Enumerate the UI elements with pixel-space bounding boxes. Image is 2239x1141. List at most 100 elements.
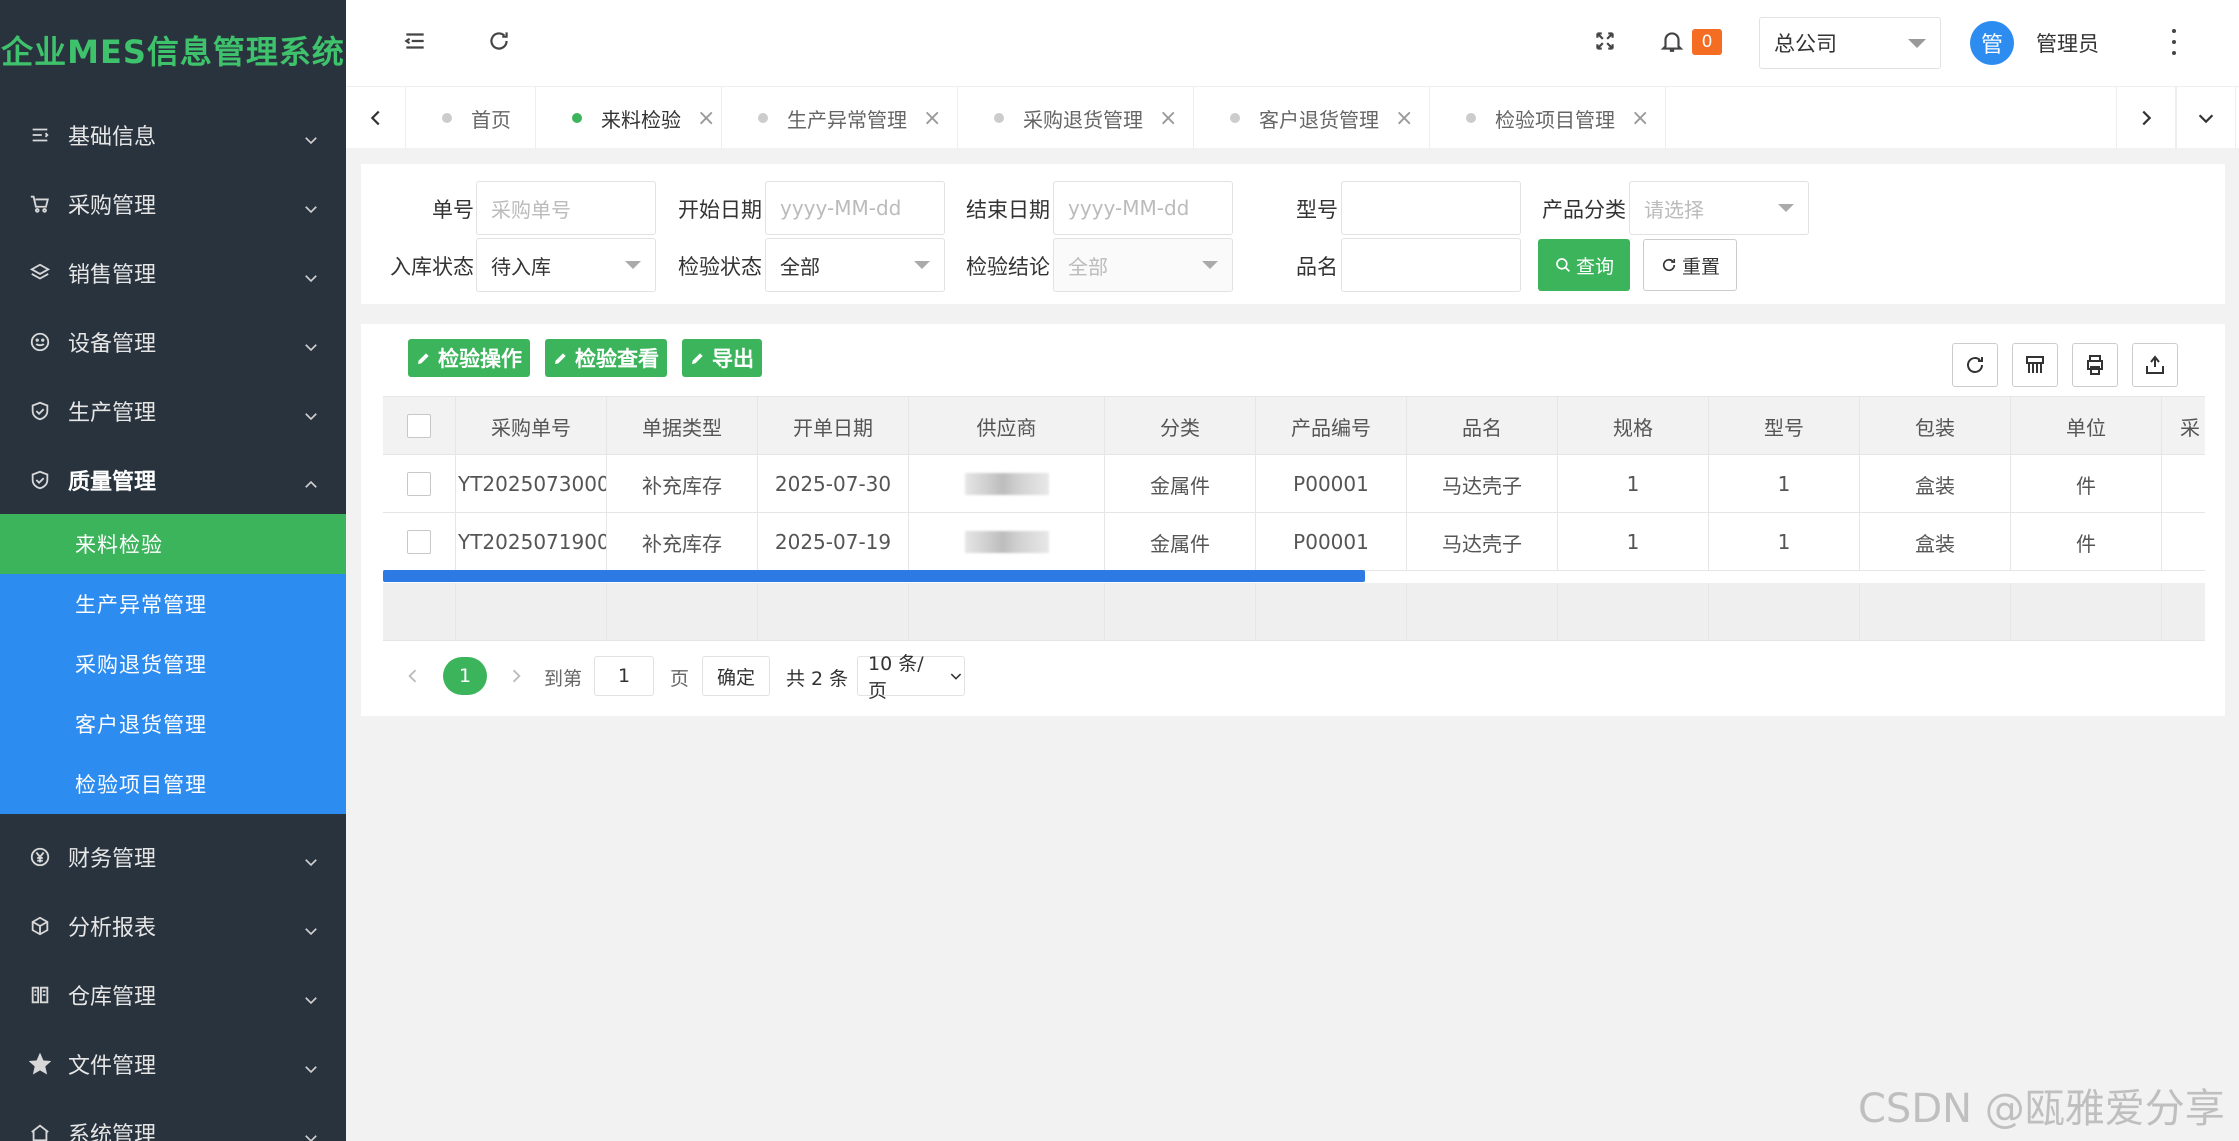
more-vertical-icon[interactable]: [2164, 25, 2184, 59]
sidebar-item-sales[interactable]: 销售管理: [0, 238, 346, 307]
goto-page-input[interactable]: 1: [594, 656, 654, 696]
inspect-view-button[interactable]: 检验查看: [545, 339, 667, 377]
prev-page-icon[interactable]: [403, 666, 423, 686]
table-cell: 补充库存: [607, 513, 758, 571]
close-icon[interactable]: ×: [697, 106, 715, 131]
inspect-status-select[interactable]: 全部: [765, 238, 945, 292]
sidebar-item-reports[interactable]: 分析报表: [0, 891, 346, 960]
print-button[interactable]: [2072, 343, 2118, 387]
table-refresh-button[interactable]: [1952, 343, 1998, 387]
tab-dot-icon: [994, 113, 1004, 123]
page-size-select[interactable]: 10 条/页: [857, 653, 965, 702]
top-header: 0 总公司 管 管理员: [346, 0, 2239, 86]
reset-button[interactable]: 重置: [1643, 239, 1737, 291]
model-input[interactable]: [1341, 181, 1521, 235]
sidebar: 企业MES信息管理系统 基础信息 采购管理 销售管理 设备管理 生产管理 质量管…: [0, 0, 346, 1141]
table-row[interactable]: YT20250719001 补充库存 2025-07-19 金属件 P00001…: [383, 513, 2205, 571]
sidebar-subitem-production-exception[interactable]: 生产异常管理: [0, 574, 346, 634]
table-header-cell[interactable]: 开单日期: [758, 397, 909, 455]
chevron-down-icon: [302, 921, 320, 939]
inspect-operation-button[interactable]: 检验操作: [408, 339, 530, 377]
start-date-input[interactable]: yyyy-MM-dd: [765, 181, 945, 235]
row-checkbox[interactable]: [407, 472, 431, 496]
end-date-input[interactable]: yyyy-MM-dd: [1053, 181, 1233, 235]
order-no-input[interactable]: 采购单号: [476, 181, 656, 235]
app-title: 企业MES信息管理系统: [1, 33, 345, 71]
sidebar-subitem-incoming-inspection[interactable]: 来料检验: [0, 514, 346, 574]
table-cell: [2162, 513, 2205, 571]
stock-status-select[interactable]: 待入库: [476, 238, 656, 292]
avatar[interactable]: 管: [1970, 21, 2014, 65]
table-cell: P00001: [1256, 455, 1407, 513]
current-page[interactable]: 1: [443, 657, 487, 695]
table-cell: 补充库存: [607, 455, 758, 513]
tab-purchase-return[interactable]: 采购退货管理 ×: [958, 87, 1194, 149]
start-date-label: 开始日期: [678, 198, 762, 222]
select-all-checkbox[interactable]: [407, 414, 431, 438]
edit-icon: [555, 353, 566, 364]
header-select-all-cell: [383, 397, 456, 455]
sidebar-item-files[interactable]: 文件管理: [0, 1029, 346, 1098]
close-icon[interactable]: ×: [1395, 106, 1413, 131]
table-header-cell[interactable]: 采购单号: [456, 397, 607, 455]
tab-home[interactable]: 首页: [406, 87, 536, 149]
close-icon[interactable]: ×: [1159, 106, 1177, 131]
horizontal-scrollbar[interactable]: [383, 570, 1365, 582]
name-input[interactable]: [1341, 238, 1521, 292]
tab-customer-return[interactable]: 客户退货管理 ×: [1194, 87, 1430, 149]
export-button[interactable]: 导出: [682, 339, 762, 377]
sidebar-subitem-purchase-return[interactable]: 采购退货管理: [0, 634, 346, 694]
export-file-button[interactable]: [2132, 343, 2178, 387]
sidebar-item-quality[interactable]: 质量管理: [0, 445, 346, 514]
sidebar-subitem-inspection-items[interactable]: 检验项目管理: [0, 754, 346, 814]
tabs-scroll-right-icon[interactable]: [2116, 87, 2176, 149]
table-header-cell[interactable]: 规格: [1558, 397, 1709, 455]
sidebar-item-warehouse[interactable]: 仓库管理: [0, 960, 346, 1029]
sidebar-item-production[interactable]: 生产管理: [0, 376, 346, 445]
tab-incoming-inspection[interactable]: 来料检验 ×: [536, 87, 722, 149]
sidebar-item-label: 分析报表: [68, 915, 157, 941]
table-header-cell[interactable]: 采: [2162, 397, 2205, 455]
bell-icon[interactable]: [1657, 26, 1687, 56]
refresh-icon[interactable]: [484, 26, 514, 56]
sidebar-item-basic-info[interactable]: 基础信息: [0, 100, 346, 169]
sidebar-item-purchase[interactable]: 采购管理: [0, 169, 346, 238]
table-header-cell[interactable]: 型号: [1709, 397, 1860, 455]
table-header-cell[interactable]: 单据类型: [607, 397, 758, 455]
query-button-label: 查询: [1575, 255, 1614, 278]
sidebar-item-system[interactable]: 系统管理: [0, 1098, 346, 1141]
inspect-result-select[interactable]: 全部: [1053, 238, 1233, 292]
tab-dot-icon: [1230, 113, 1240, 123]
query-button[interactable]: 查询: [1538, 239, 1630, 291]
sidebar-item-equipment[interactable]: 设备管理: [0, 307, 346, 376]
next-page-icon[interactable]: [506, 666, 526, 686]
close-icon[interactable]: ×: [923, 106, 941, 131]
sidebar-item-finance[interactable]: 财务管理: [0, 822, 346, 891]
menu-collapse-icon[interactable]: [400, 26, 430, 56]
page-size-value: 10 条/页: [868, 653, 924, 702]
table-header-cell[interactable]: 品名: [1407, 397, 1558, 455]
row-checkbox[interactable]: [407, 530, 431, 554]
goto-confirm-button[interactable]: 确定: [702, 656, 770, 696]
tabs-menu-chevron-down-icon[interactable]: [2176, 87, 2236, 149]
table-header-cell[interactable]: 包装: [1860, 397, 2011, 455]
company-select[interactable]: 总公司: [1759, 17, 1941, 69]
category-select[interactable]: 请选择: [1629, 181, 1809, 235]
sidebar-item-label: 文件管理: [68, 1053, 157, 1079]
column-filter-button[interactable]: [2012, 343, 2058, 387]
tab-inspection-items[interactable]: 检验项目管理 ×: [1430, 87, 1666, 149]
fullscreen-icon[interactable]: [1590, 26, 1620, 56]
table-row[interactable]: YT20250730001 补充库存 2025-07-30 金属件 P00001…: [383, 455, 2205, 513]
close-icon[interactable]: ×: [1631, 106, 1649, 131]
tabs-scroll-left-icon[interactable]: [346, 87, 406, 149]
username[interactable]: 管理员: [2036, 28, 2099, 58]
sidebar-subitem-customer-return[interactable]: 客户退货管理: [0, 694, 346, 754]
table-header-cell[interactable]: 产品编号: [1256, 397, 1407, 455]
table-cell: 1: [1709, 513, 1860, 571]
table-header-cell[interactable]: 单位: [2011, 397, 2162, 455]
table-header-cell[interactable]: 分类: [1105, 397, 1256, 455]
sidebar-item-label: 设备管理: [68, 331, 157, 357]
caret-down-icon: [914, 261, 930, 269]
tab-production-exception[interactable]: 生产异常管理 ×: [722, 87, 958, 149]
table-header-cell[interactable]: 供应商: [909, 397, 1105, 455]
